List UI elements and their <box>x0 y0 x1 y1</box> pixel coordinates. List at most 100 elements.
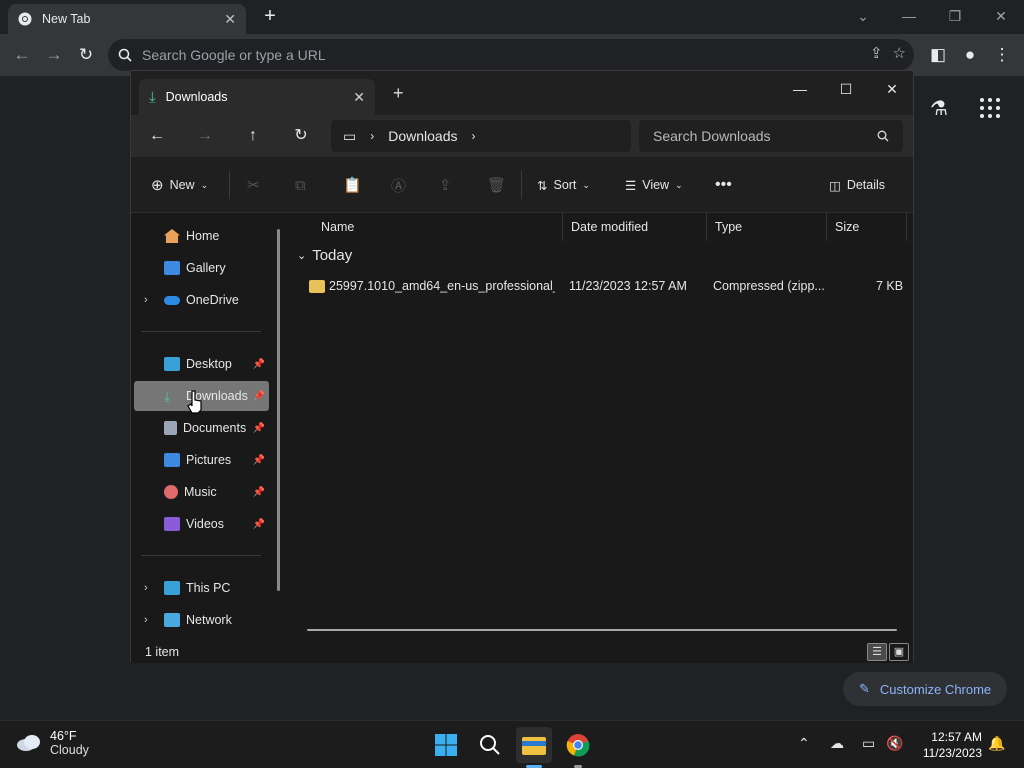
nav-item-documents[interactable]: Documents 📌 <box>134 413 269 443</box>
cut-icon[interactable]: ✂ <box>247 173 260 197</box>
notification-bell-icon[interactable]: 🔔 <box>988 735 1005 752</box>
explorer-new-tab-button[interactable]: + <box>393 83 404 104</box>
omnibox[interactable]: Search Google or type a URL ⇪ ☆ <box>108 39 914 71</box>
pin-icon[interactable]: 📌 <box>253 519 265 530</box>
tab-search-icon[interactable]: ⌄ <box>840 4 886 28</box>
menu-kebab-icon[interactable]: ⋮ <box>990 43 1014 67</box>
nav-label: This PC <box>186 581 231 595</box>
chrome-tab-label: New Tab <box>42 12 91 26</box>
forward-icon[interactable]: → <box>193 124 217 148</box>
search-icon[interactable] <box>472 727 508 763</box>
bookmark-star-icon[interactable]: ☆ <box>893 44 906 62</box>
tiles-view-icon[interactable]: ▣ <box>889 643 909 661</box>
nav-item-pictures[interactable]: Pictures 📌 <box>134 445 269 475</box>
chrome-tab-new-tab[interactable]: New Tab ✕ <box>8 4 246 34</box>
reload-icon[interactable]: ↻ <box>74 43 98 67</box>
nav-item-this-pc[interactable]: › This PC <box>134 573 269 603</box>
profile-icon[interactable]: ● <box>958 43 982 67</box>
nav-item-gallery[interactable]: Gallery <box>134 253 269 283</box>
chrome-taskbar-icon[interactable] <box>560 727 596 763</box>
customize-chrome-button[interactable]: ✎ Customize Chrome <box>843 672 1007 706</box>
chevron-right-icon[interactable]: › <box>144 294 148 306</box>
pin-icon[interactable]: 📌 <box>253 455 265 466</box>
sort-arrows-icon: ⇅ <box>537 178 548 193</box>
forward-icon[interactable]: → <box>42 43 66 67</box>
start-windows-icon[interactable] <box>428 727 464 763</box>
explorer-navbar: ← → ↑ ↻ ▭ › Downloads › Search Downloads <box>131 115 913 157</box>
new-tab-button[interactable]: + <box>258 4 282 28</box>
pin-icon[interactable]: 📌 <box>253 487 265 498</box>
monitor-icon: ▭ <box>343 127 357 144</box>
volume-muted-icon[interactable]: 🔇 <box>886 735 903 752</box>
minimize-button[interactable]: — <box>886 4 932 28</box>
paste-icon[interactable]: 📋 <box>343 173 362 197</box>
column-header-name[interactable]: Name <box>313 213 563 241</box>
explorer-maximize-button[interactable]: ☐ <box>823 75 869 103</box>
file-explorer-taskbar-icon[interactable] <box>516 727 552 763</box>
labs-flask-icon[interactable]: ⚗ <box>930 96 948 121</box>
search-box[interactable]: Search Downloads <box>639 120 903 152</box>
horizontal-scrollbar[interactable] <box>307 629 897 631</box>
restore-button[interactable]: ❐ <box>932 4 978 28</box>
more-options-icon[interactable]: ••• <box>715 173 732 197</box>
chevron-right-icon[interactable]: › <box>144 582 148 594</box>
view-label: View <box>642 178 670 192</box>
column-header-date[interactable]: Date modified <box>563 213 707 241</box>
view-button[interactable]: ☰ View ⌄ <box>625 173 683 197</box>
document-icon <box>164 421 177 435</box>
system-clock[interactable]: 12:57 AM 11/23/2023 <box>923 729 982 761</box>
nav-item-network[interactable]: › Network <box>134 605 269 635</box>
zip-folder-icon <box>309 280 325 293</box>
share-icon[interactable]: ⇪ <box>439 173 452 197</box>
address-bar[interactable]: ▭ › Downloads › <box>331 120 631 152</box>
explorer-close-button[interactable]: ✕ <box>869 75 915 103</box>
chevron-up-icon[interactable]: ⌃ <box>798 735 810 752</box>
group-header-today[interactable]: ⌄ Today <box>297 247 352 264</box>
customize-chrome-label: Customize Chrome <box>879 681 992 697</box>
nav-item-onedrive[interactable]: › OneDrive <box>134 285 269 315</box>
file-row[interactable]: 25997.1010_amd64_en-us_professional_e...… <box>289 273 915 301</box>
details-view-icon[interactable]: ☰ <box>867 643 887 661</box>
sort-button[interactable]: ⇅ Sort ⌄ <box>537 173 590 197</box>
chevron-down-icon: ⌄ <box>200 179 209 190</box>
apps-grid-icon[interactable] <box>978 96 1002 120</box>
explorer-tab-downloads[interactable]: ⤓ Downloads ✕ <box>139 79 375 115</box>
explorer-minimize-button[interactable]: — <box>777 75 823 103</box>
up-arrow-icon[interactable]: ↑ <box>241 124 265 148</box>
back-icon[interactable]: ← <box>145 124 169 148</box>
column-header-size[interactable]: Size <box>827 213 907 241</box>
details-button[interactable]: ◫ Details <box>829 173 885 197</box>
omnibox-actions: ⇪ ☆ <box>870 44 906 62</box>
side-panel-icon[interactable]: ◧ <box>926 43 950 67</box>
chevron-right-icon[interactable]: › <box>370 129 374 143</box>
share-icon[interactable]: ⇪ <box>870 44 883 62</box>
new-label: New <box>169 178 195 192</box>
column-header-type[interactable]: Type <box>707 213 827 241</box>
network-icon[interactable]: ▭ <box>862 735 875 752</box>
refresh-icon[interactable]: ↻ <box>289 124 313 148</box>
onedrive-offline-icon[interactable]: ☁ <box>830 735 844 752</box>
pin-icon[interactable]: 📌 <box>253 359 265 370</box>
copy-icon[interactable]: ⧉ <box>295 173 306 197</box>
close-tab-icon[interactable]: ✕ <box>224 11 236 28</box>
nav-divider <box>141 331 261 332</box>
breadcrumb-downloads[interactable]: Downloads <box>388 128 457 144</box>
nav-scrollbar[interactable] <box>277 229 280 591</box>
nav-item-home[interactable]: Home <box>134 221 269 251</box>
chevron-right-icon[interactable]: › <box>144 614 148 626</box>
nav-item-desktop[interactable]: Desktop 📌 <box>134 349 269 379</box>
new-button[interactable]: ⊕ New ⌄ <box>151 173 208 197</box>
nav-item-videos[interactable]: Videos 📌 <box>134 509 269 539</box>
pin-icon[interactable]: 📌 <box>253 423 265 434</box>
delete-icon[interactable]: 🗑 <box>487 173 506 197</box>
file-size: 7 KB <box>876 279 904 293</box>
pin-icon[interactable]: 📌 <box>253 391 265 402</box>
desktop-icon <box>164 357 180 371</box>
close-tab-icon[interactable]: ✕ <box>353 89 365 106</box>
nav-item-music[interactable]: Music 📌 <box>134 477 269 507</box>
rename-icon[interactable]: Ⓐ <box>391 173 406 197</box>
close-window-button[interactable]: ✕ <box>978 4 1024 28</box>
weather-widget[interactable]: 46°F Cloudy <box>16 729 89 757</box>
chevron-right-icon[interactable]: › <box>472 129 476 143</box>
back-icon[interactable]: ← <box>10 43 34 67</box>
